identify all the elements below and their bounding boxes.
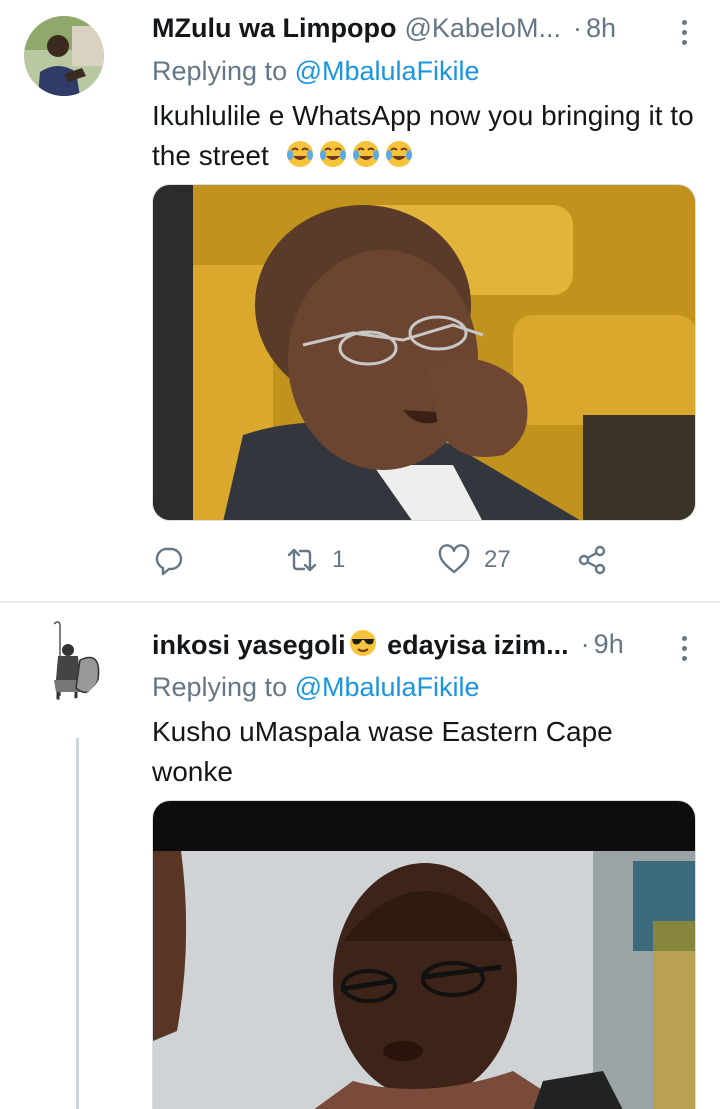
more-vertical-icon[interactable] — [680, 20, 688, 48]
tweet-photo[interactable] — [152, 800, 696, 1109]
replying-to: Replying to @MbalulaFikile — [152, 56, 696, 92]
smiling-face-with-sunglasses-icon — [349, 629, 376, 656]
display-name-part2: edayisa izim... — [379, 629, 569, 660]
face-with-tears-of-joy-icon — [286, 141, 313, 167]
share-button[interactable] — [576, 538, 608, 582]
timestamp[interactable]: 8h — [586, 13, 616, 44]
tweet-photo[interactable] — [152, 184, 696, 521]
replying-label: Replying to — [152, 56, 295, 86]
more-vertical-icon[interactable] — [680, 636, 688, 664]
separator: · — [572, 12, 582, 43]
mention-link[interactable]: @MbalulaFikile — [295, 56, 480, 86]
tweet-text-body: Ikuhlulile e WhatsApp now you bringing i… — [152, 100, 694, 171]
face-with-tears-of-joy-icon — [352, 141, 379, 167]
tweet-text: Ikuhlulile e WhatsApp now you bringing i… — [152, 96, 696, 176]
like-count: 27 — [484, 546, 511, 573]
tweet-actions: 1 27 — [152, 538, 632, 582]
separator: · — [580, 628, 590, 659]
emoji-group — [285, 140, 417, 171]
retweet-button[interactable]: 1 — [286, 538, 345, 582]
display-name-part1: inkosi yasegoli — [152, 629, 346, 660]
handle[interactable]: @KabeloM... — [404, 13, 560, 44]
mention-link[interactable]: @MbalulaFikile — [295, 672, 480, 702]
heart-icon — [438, 544, 470, 574]
avatar[interactable] — [24, 620, 104, 700]
replying-to: Replying to @MbalulaFikile — [152, 672, 696, 708]
replying-label: Replying to — [152, 672, 295, 702]
retweet-count: 1 — [332, 546, 346, 573]
face-with-tears-of-joy-icon — [319, 141, 346, 167]
face-with-tears-of-joy-icon — [385, 141, 412, 167]
display-name[interactable]: inkosi yasegoli edayisa izim... — [152, 628, 569, 661]
avatar[interactable] — [24, 16, 104, 96]
thread-line — [76, 738, 79, 1109]
tweet[interactable]: MZulu wa Limpopo @KabeloM... · 8h Replyi… — [0, 0, 720, 602]
retweet-icon — [287, 548, 317, 572]
like-button[interactable]: 27 — [438, 538, 511, 582]
display-name[interactable]: MZulu wa Limpopo — [152, 13, 396, 44]
share-icon — [578, 545, 606, 575]
timestamp[interactable]: 9h — [594, 629, 624, 660]
tweet-text: Kusho uMaspala wase Eastern Cape wonke — [152, 716, 613, 787]
divider — [0, 601, 720, 603]
reply-icon — [155, 547, 183, 576]
reply-button[interactable] — [152, 538, 184, 582]
